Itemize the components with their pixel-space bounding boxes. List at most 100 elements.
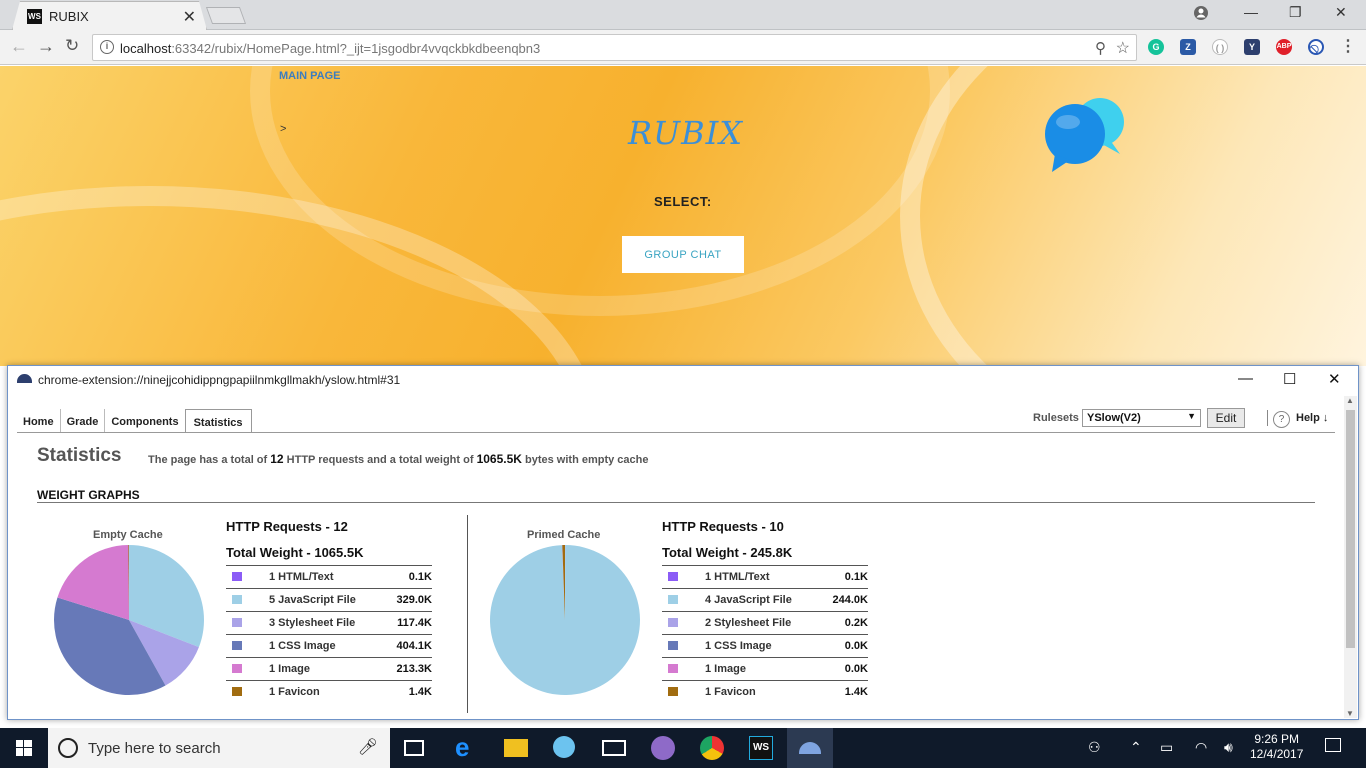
chevron-down-icon: ▼ (1187, 411, 1196, 421)
tab-statistics[interactable]: Statistics (185, 409, 252, 433)
legend-swatch (232, 572, 242, 581)
table-row: 1 HTML/Text0.1K (226, 565, 432, 588)
primed-cache-weight-title: Total Weight - 245.8K (662, 545, 792, 560)
row-value: 213.3K (397, 663, 432, 675)
chat-bubbles-icon (1040, 92, 1130, 182)
rulesets-label: Rulesets (1033, 412, 1079, 424)
address-bar[interactable]: i localhost:63342/rubix/HomePage.html?_i… (92, 34, 1137, 61)
show-hidden-icons-icon[interactable]: ⌃ (1130, 739, 1142, 756)
statistics-summary: The page has a total of 12 HTTP requests… (148, 452, 649, 466)
table-row: 1 Favicon1.4K (226, 680, 432, 703)
edge-icon[interactable]: e (455, 736, 479, 760)
row-label: 1 CSS Image (269, 640, 336, 652)
github-icon[interactable] (651, 736, 675, 760)
scrollbar-thumb[interactable] (1346, 410, 1355, 648)
row-label: 3 Stylesheet File (269, 617, 355, 629)
browser-tab[interactable]: WS RUBIX ✕ (12, 1, 207, 30)
webstorm-icon[interactable]: WS (749, 736, 773, 760)
empty-cache-pie-chart (53, 544, 205, 696)
forward-icon[interactable]: → (37, 36, 55, 57)
table-row: 1 Image 213.3K (226, 657, 432, 680)
microphone-icon[interactable]: 🎤︎ (358, 737, 378, 757)
page-body: MAIN PAGE > RUBIX SELECT: GROUP CHAT (0, 66, 1366, 366)
start-button[interactable] (0, 728, 48, 768)
yslow-scrollbar[interactable]: ▲ ▼ (1344, 396, 1357, 718)
edit-button[interactable]: Edit (1207, 408, 1245, 428)
row-label: 1 Favicon (705, 686, 756, 698)
zoom-icon[interactable]: ⚲ (1095, 39, 1106, 57)
cortana-icon (58, 738, 78, 758)
taskbar-search-box[interactable]: Type here to search 🎤︎ (48, 728, 390, 768)
wifi-icon[interactable]: ◠ (1195, 739, 1207, 756)
row-label: 5 JavaScript File (269, 594, 356, 606)
extension-icon[interactable]: ( ) (1212, 39, 1228, 55)
yslow-extension-icon[interactable]: Y (1244, 39, 1260, 55)
action-center-icon[interactable] (1325, 738, 1341, 752)
help-link[interactable]: Help ↓ (1296, 412, 1328, 424)
clock[interactable]: 9:26 PM 12/4/2017 (1250, 732, 1303, 762)
yslow-window: chrome-extension://ninejjcohidippngpapii… (7, 365, 1359, 720)
table-row: 1 CSS Image404.1K (226, 634, 432, 657)
row-label: 2 Stylesheet File (705, 617, 791, 629)
table-row: 3 Stylesheet File117.4K (226, 611, 432, 634)
primed-cache-requests-title: HTTP Requests - 10 (662, 519, 784, 534)
tab-home[interactable]: Home (17, 409, 61, 433)
new-tab-button[interactable] (206, 7, 246, 24)
legend-swatch (668, 618, 678, 627)
tab-close-icon[interactable]: ✕ (183, 7, 196, 27)
chrome-icon[interactable] (700, 736, 724, 760)
row-label: 1 Image (269, 663, 310, 675)
task-view-icon[interactable] (404, 740, 424, 756)
legend-swatch (668, 687, 678, 696)
active-taskbar-item[interactable] (787, 728, 833, 768)
file-explorer-icon[interactable] (504, 739, 528, 757)
main-page-link[interactable]: MAIN PAGE (279, 70, 341, 82)
grammarly-extension-icon[interactable]: G (1148, 39, 1164, 55)
row-label: 1 Favicon (269, 686, 320, 698)
row-value: 0.1K (845, 571, 868, 583)
minimize-icon[interactable]: — (1244, 4, 1258, 20)
reload-icon[interactable]: ↻ (65, 36, 79, 56)
zotero-extension-icon[interactable]: Z (1180, 39, 1196, 55)
block-extension-icon[interactable]: ⃠ (1308, 39, 1324, 55)
weight-graphs-divider (37, 502, 1315, 503)
yslow-maximize-icon[interactable]: ☐ (1283, 370, 1296, 388)
tab-grade[interactable]: Grade (61, 409, 106, 433)
statistics-heading: Statistics (37, 445, 121, 467)
yslow-taskbar-icon (799, 742, 821, 754)
site-info-icon[interactable]: i (100, 40, 114, 54)
weight-graphs-heading: WEIGHT GRAPHS (37, 488, 140, 502)
legend-swatch (668, 664, 678, 673)
bookmark-star-icon[interactable]: ☆ (1116, 38, 1130, 58)
yslow-logo-icon (17, 374, 32, 383)
table-row: 1 HTML/Text0.1K (662, 565, 868, 588)
volume-icon[interactable]: 🔊︎ (1224, 739, 1233, 756)
people-icon[interactable]: ⚇ (1088, 739, 1101, 756)
restore-icon[interactable]: ❐ (1289, 4, 1302, 21)
mail-icon[interactable] (602, 740, 626, 756)
windows-taskbar: Type here to search 🎤︎ e WS ⚇ ⌃ ▭ ◠ 🔊︎ 9… (0, 728, 1366, 768)
back-icon[interactable]: ← (10, 36, 28, 57)
row-value: 244.0K (833, 594, 868, 606)
adblock-plus-icon[interactable]: ABP (1276, 39, 1292, 55)
empty-cache-table: 1 HTML/Text0.1K5 JavaScript File329.0K3 … (226, 565, 432, 703)
tab-title: RUBIX (49, 9, 89, 24)
scroll-up-icon[interactable]: ▲ (1346, 396, 1354, 405)
profile-icon[interactable] (1193, 5, 1209, 24)
ruleset-select[interactable]: YSlow(V2)▼ (1082, 409, 1201, 427)
tab-components[interactable]: Components (105, 409, 184, 433)
help-icon[interactable]: ? (1273, 411, 1290, 428)
battery-icon[interactable]: ▭ (1160, 739, 1173, 756)
row-value: 0.0K (845, 663, 868, 675)
url-text: localhost:63342/rubix/HomePage.html?_ijt… (120, 41, 540, 56)
group-chat-button[interactable]: GROUP CHAT (622, 236, 744, 273)
legend-swatch (232, 641, 242, 650)
window-close-icon[interactable]: ✕ (1335, 4, 1347, 21)
yslow-close-icon[interactable]: ✕ (1328, 370, 1341, 388)
row-value: 0.2K (845, 617, 868, 629)
app-icon[interactable] (553, 736, 575, 758)
row-label: 1 HTML/Text (269, 571, 334, 583)
menu-icon[interactable]: ⋮ (1340, 39, 1356, 55)
yslow-minimize-icon[interactable]: — (1238, 370, 1253, 387)
scroll-down-icon[interactable]: ▼ (1346, 709, 1354, 718)
